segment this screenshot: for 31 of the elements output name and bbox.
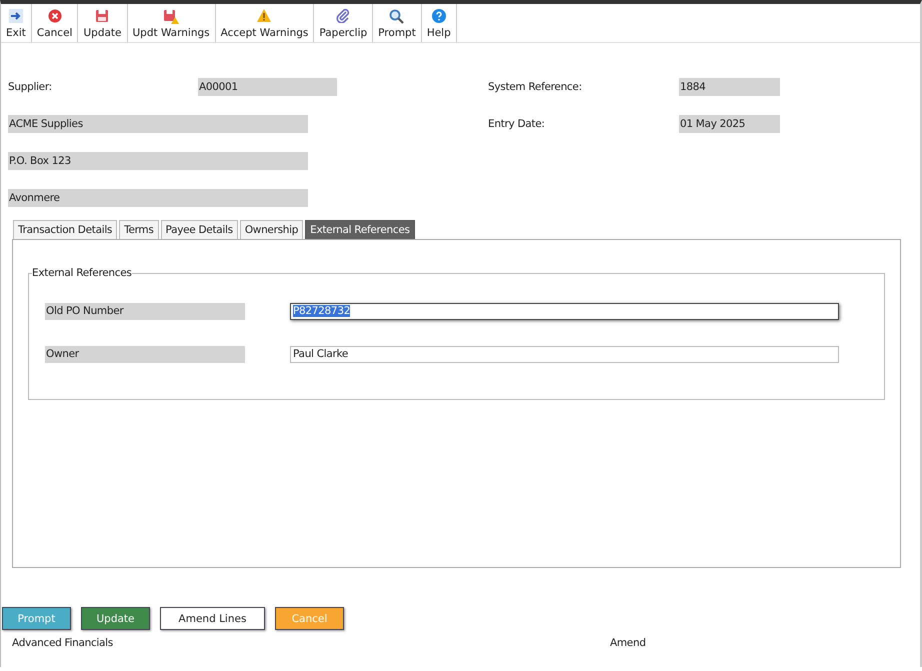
- tab[interactable]: Ownership: [240, 220, 304, 239]
- action-button[interactable]: Amend Lines: [160, 607, 265, 630]
- fieldset-legend: External References: [32, 267, 132, 279]
- tab[interactable]: Terms: [119, 220, 159, 239]
- system-reference-field: 1884: [679, 78, 780, 96]
- save-warning-icon: [163, 9, 180, 25]
- warning-icon: [257, 9, 272, 22]
- search-icon: [389, 9, 404, 24]
- tab[interactable]: External References: [305, 220, 415, 239]
- field-label: Owner: [45, 346, 245, 362]
- status-text: Amend: [610, 637, 646, 649]
- field-label: Supplier:: [8, 81, 53, 93]
- save-icon: [95, 9, 110, 23]
- status-text: Advanced Financials: [12, 637, 114, 649]
- cancel-icon: [48, 9, 62, 23]
- address-field: P.O. Box 123: [8, 152, 308, 170]
- help-icon: [432, 9, 446, 23]
- exit-arrow-icon: [8, 9, 23, 23]
- field-label: Old PO Number: [45, 302, 245, 320]
- paperclip-icon: [336, 9, 350, 23]
- tab[interactable]: Transaction Details: [13, 220, 118, 239]
- supplier-code-field: A00001: [198, 78, 337, 96]
- field-label: System Reference:: [488, 81, 583, 93]
- address-field: Avonmere: [8, 189, 308, 207]
- supplier-name-field: ACME Supplies: [8, 115, 308, 133]
- entry-date-field: 01 May 2025: [679, 115, 780, 133]
- field-label: Entry Date:: [488, 118, 546, 130]
- tab[interactable]: Payee Details: [160, 220, 238, 239]
- input-field[interactable]: Paul Clarke: [290, 346, 839, 362]
- action-button[interactable]: Update: [81, 607, 150, 630]
- input-field[interactable]: P82728732: [290, 302, 839, 320]
